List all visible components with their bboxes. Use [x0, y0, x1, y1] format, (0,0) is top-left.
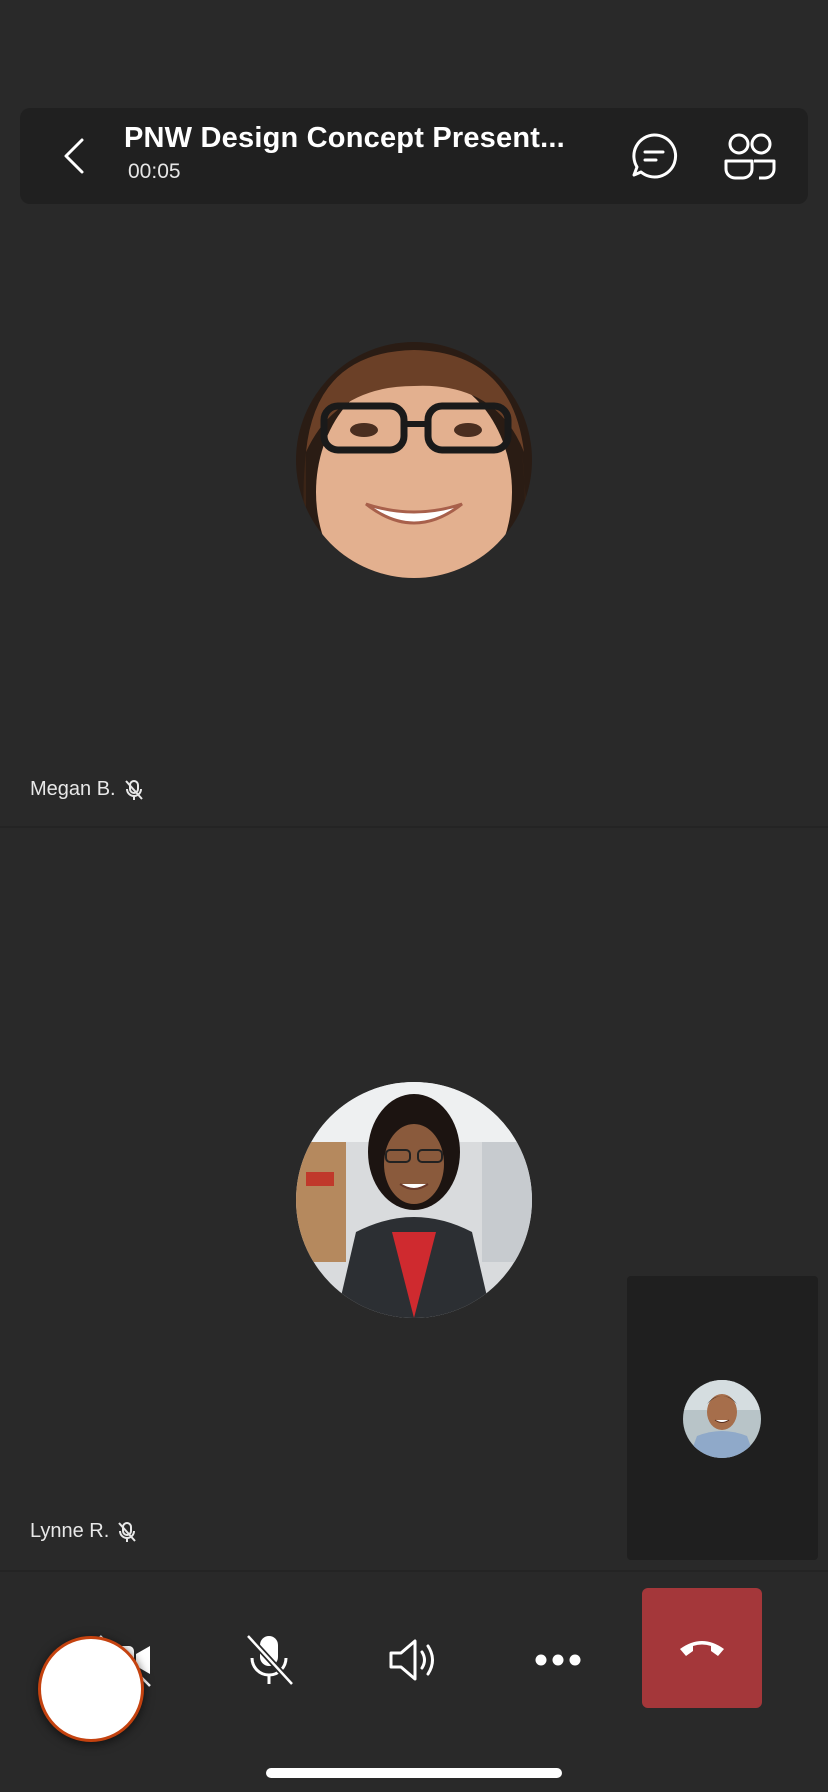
participant-tile[interactable]: Megan B.	[0, 214, 828, 828]
home-indicator[interactable]	[266, 1768, 562, 1778]
call-timer: 00:05	[128, 160, 181, 183]
mute-button[interactable]	[238, 1628, 302, 1692]
more-options-button[interactable]	[526, 1628, 590, 1692]
meeting-title: PNW Design Concept Present...	[124, 122, 565, 154]
participant-avatar	[296, 342, 532, 578]
more-icon	[535, 1654, 581, 1666]
participant-name: Megan B.	[30, 778, 116, 800]
mic-off-icon	[118, 1521, 137, 1542]
people-icon	[724, 133, 776, 180]
participant-name-label: Megan B.	[30, 778, 144, 801]
chat-button[interactable]	[626, 128, 682, 184]
speaker-button[interactable]	[382, 1628, 446, 1692]
mic-off-icon	[245, 1633, 295, 1687]
status-bar	[0, 0, 828, 88]
call-controls	[0, 1572, 828, 1792]
speaker-icon	[389, 1639, 434, 1681]
hang-up-button[interactable]	[642, 1588, 762, 1708]
participants-button[interactable]	[720, 128, 780, 184]
chat-icon	[632, 133, 678, 179]
self-avatar	[683, 1380, 761, 1458]
floating-record-button[interactable]	[38, 1636, 144, 1742]
participant-name-label: Lynne R.	[30, 1520, 137, 1543]
mic-off-icon	[124, 779, 143, 800]
self-view[interactable]	[627, 1276, 818, 1560]
participant-name: Lynne R.	[30, 1520, 110, 1542]
back-button[interactable]	[50, 130, 98, 182]
chevron-left-icon	[64, 138, 84, 174]
call-header: PNW Design Concept Present... 00:05	[20, 108, 808, 204]
phone-hangup-icon	[680, 1641, 724, 1656]
participant-avatar	[296, 1082, 532, 1318]
